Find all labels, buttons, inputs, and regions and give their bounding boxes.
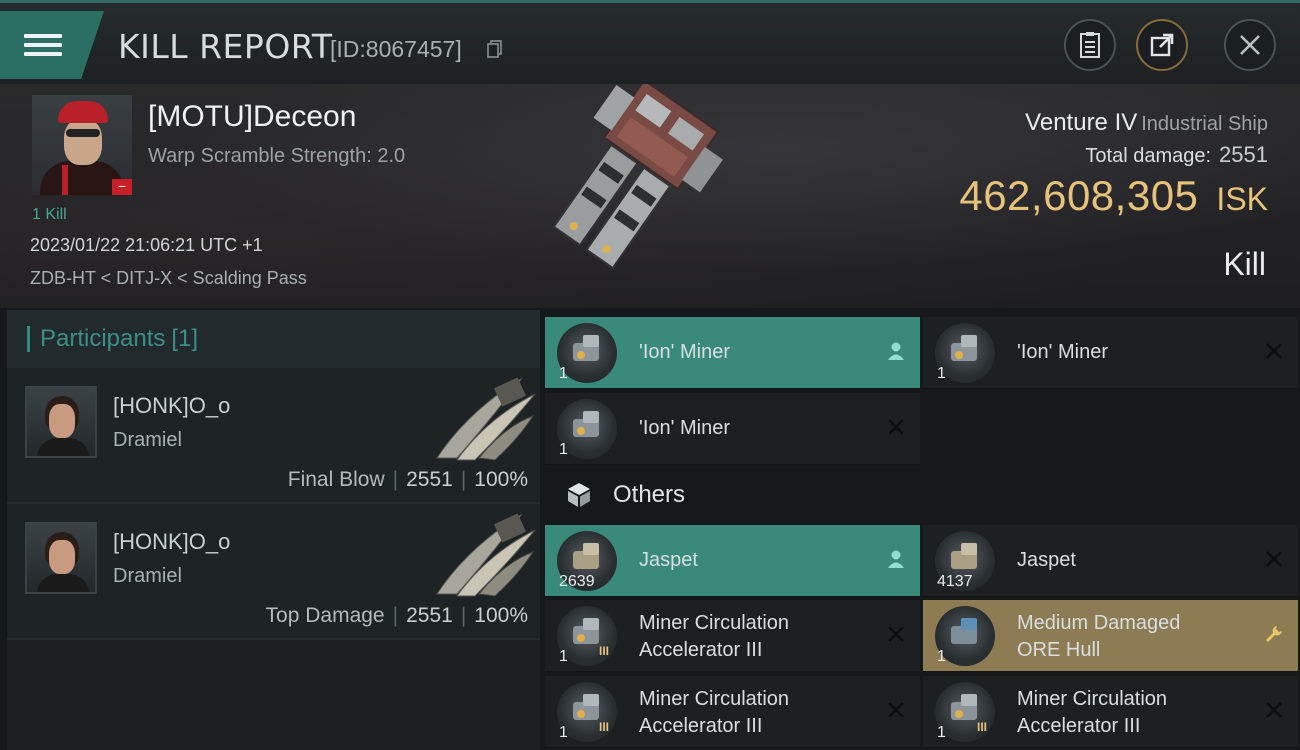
participant-ship: Dramiel <box>113 565 182 587</box>
x-icon <box>888 702 904 718</box>
victim-avatar[interactable]: − <box>32 95 132 195</box>
share-icon <box>1150 33 1174 57</box>
item-slot[interactable]: 1 'Ion' Miner <box>545 317 920 389</box>
copy-icon[interactable] <box>487 40 503 58</box>
participant-row[interactable]: [HONK]O_o Dramiel Final Blow | 2551 | 100% <box>7 368 540 504</box>
participants-panel: Participants [1] [HONK]O_o Dramiel Final… <box>7 310 540 750</box>
clipboard-button[interactable] <box>1064 19 1116 71</box>
item-name: Jaspet <box>639 549 698 571</box>
x-icon <box>888 626 904 642</box>
dramiel-ship-icon <box>436 513 536 597</box>
close-button[interactable] <box>1224 19 1276 71</box>
x-icon <box>1266 343 1282 359</box>
item-quantity: 2639 <box>559 573 595 590</box>
participant-avatar[interactable] <box>25 386 97 458</box>
victim-name[interactable]: [MOTU]Deceon <box>148 100 356 134</box>
item-name: Jaspet <box>1017 549 1076 571</box>
item-slot[interactable]: 1 'Ion' Miner <box>923 317 1298 389</box>
x-icon <box>1266 551 1282 567</box>
item-name: Miner Circulation Accelerator III <box>639 688 790 737</box>
participant-name: [HONK]O_o <box>113 393 231 418</box>
x-icon <box>888 419 904 435</box>
item-quantity: 1 <box>559 365 568 382</box>
others-section-header: Others <box>545 466 925 524</box>
result-label: Kill <box>1223 246 1266 282</box>
participant-stats: Final Blow | 2551 | 100% <box>287 468 528 491</box>
participant-avatar[interactable] <box>25 522 97 594</box>
kill-datetime: 2023/01/22 21:06:21 UTC +1 <box>30 235 263 255</box>
kill-location[interactable]: ZDB-HT < DITJ-X < Scalding Pass <box>30 268 307 289</box>
item-name: 'Ion' Miner <box>1017 341 1109 363</box>
isk-value: 462,608,305 ISK <box>959 172 1268 219</box>
clipboard-icon <box>1080 32 1100 58</box>
item-name: 'Ion' Miner <box>639 417 731 439</box>
menu-icon <box>24 29 62 61</box>
item-slot[interactable]: III 1 Miner Circulation Accelerator III <box>923 676 1298 748</box>
item-quantity: 1 <box>559 724 568 741</box>
dramiel-ship-icon <box>436 377 536 461</box>
close-icon <box>1240 35 1260 55</box>
kill-summary: − [MOTU]Deceon Warp Scramble Strength: 2… <box>0 84 1300 308</box>
person-icon <box>888 550 904 568</box>
person-icon <box>888 342 904 360</box>
x-icon <box>1266 702 1282 718</box>
item-quantity: 4137 <box>937 573 973 590</box>
item-quantity: 1 <box>937 365 946 382</box>
item-name: 'Ion' Miner <box>639 341 731 363</box>
item-slot[interactable]: 2639 Jaspet <box>545 525 920 597</box>
participants-header: Participants [1] <box>7 310 540 368</box>
report-id: [ID:8067457] <box>330 36 462 62</box>
item-name: Miner Circulation Accelerator III <box>639 612 790 661</box>
item-quantity: 1 <box>937 724 946 741</box>
item-name: Miner Circulation Accelerator III <box>1017 688 1168 737</box>
item-quantity: 1 <box>937 648 946 665</box>
menu-button[interactable] <box>0 11 104 79</box>
page-title: KILL REPORT <box>118 27 333 66</box>
share-button[interactable] <box>1136 19 1188 71</box>
participant-stats: Top Damage | 2551 | 100% <box>265 604 528 627</box>
header-bar: KILL REPORT [ID:8067457] <box>0 0 1300 84</box>
item-slot[interactable]: III 1 Miner Circulation Accelerator III <box>545 676 920 748</box>
kill-count: 1 Kill <box>32 206 67 223</box>
item-slot[interactable]: 1 'Ion' Miner <box>545 393 920 465</box>
ship-render <box>552 84 723 270</box>
wrench-icon <box>1266 626 1282 642</box>
item-quantity: 1 <box>559 441 568 458</box>
hostile-badge: − <box>112 179 132 195</box>
item-slot[interactable]: 1 Medium Damaged ORE Hull <box>923 600 1298 672</box>
ship-name[interactable]: Venture IV Industrial Ship <box>1025 109 1268 137</box>
item-name: Medium Damaged ORE Hull <box>1017 612 1181 661</box>
warp-scramble-strength: Warp Scramble Strength: 2.0 <box>148 145 406 167</box>
cube-icon <box>568 483 590 507</box>
participant-ship: Dramiel <box>113 429 182 451</box>
item-slot[interactable]: III 1 Miner Circulation Accelerator III <box>545 600 920 672</box>
participant-row[interactable]: [HONK]O_o Dramiel Top Damage | 2551 | 100% <box>7 504 540 640</box>
item-slot[interactable]: 4137 Jaspet <box>923 525 1298 597</box>
total-damage: Total damage: 2551 <box>1085 142 1268 167</box>
participant-name: [HONK]O_o <box>113 529 231 554</box>
item-quantity: 1 <box>559 648 568 665</box>
